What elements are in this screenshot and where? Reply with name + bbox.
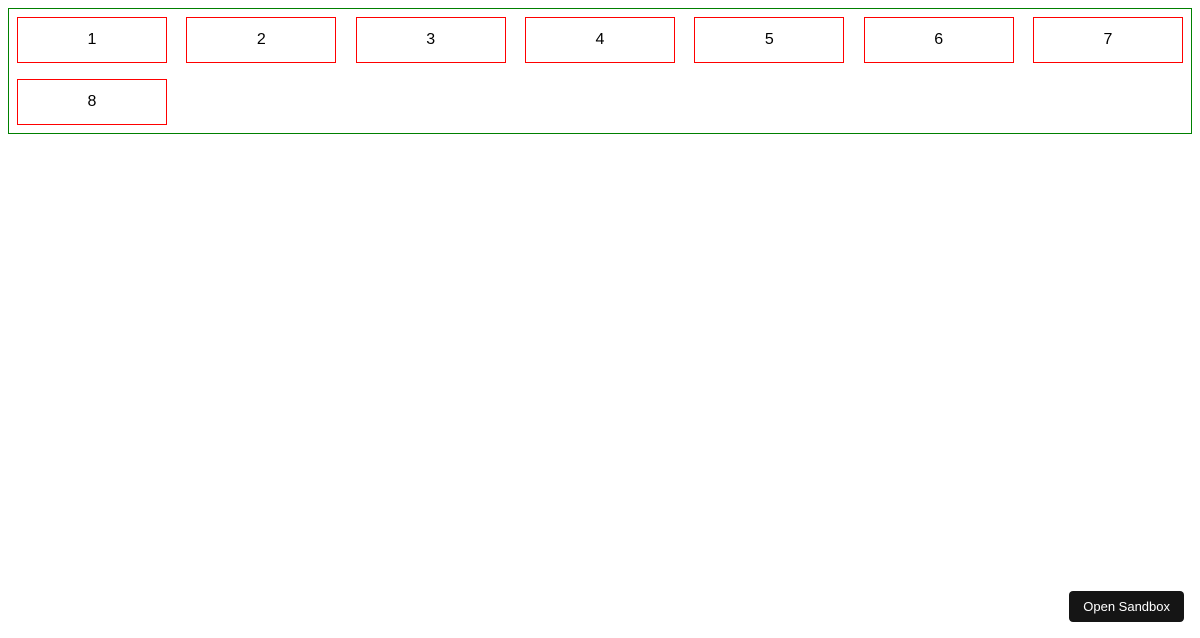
flex-item: 7 (1033, 17, 1183, 63)
flex-item: 8 (17, 79, 167, 125)
flex-item: 6 (864, 17, 1014, 63)
flex-item: 3 (356, 17, 506, 63)
flex-item: 2 (186, 17, 336, 63)
open-sandbox-button[interactable]: Open Sandbox (1069, 591, 1184, 622)
flex-item: 1 (17, 17, 167, 63)
flex-item: 4 (525, 17, 675, 63)
flex-item: 5 (694, 17, 844, 63)
flex-container: 1 2 3 4 5 6 7 8 (8, 8, 1192, 134)
